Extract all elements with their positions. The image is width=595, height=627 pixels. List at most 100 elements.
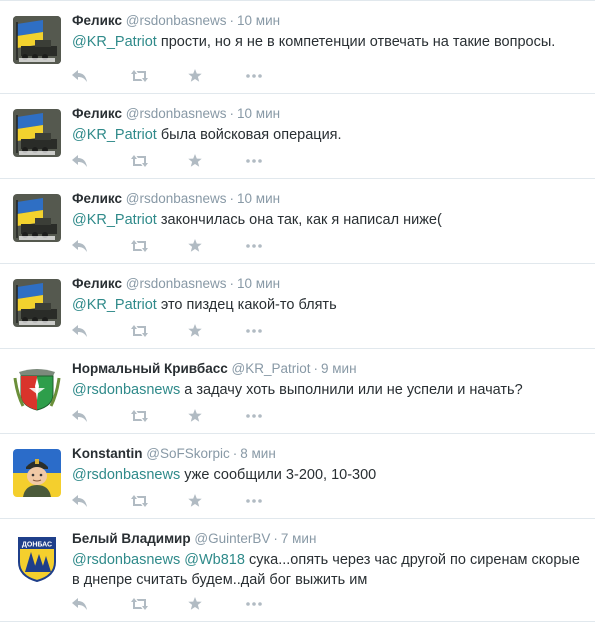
timestamp[interactable]: 10 мин bbox=[237, 276, 280, 291]
flag-tank-avatar bbox=[13, 194, 61, 242]
timestamp[interactable]: 9 мин bbox=[321, 361, 357, 376]
mention-link[interactable]: @rsdonbasnews bbox=[72, 552, 180, 568]
avatar[interactable] bbox=[13, 109, 61, 157]
fullname[interactable]: Феликс bbox=[72, 276, 122, 291]
reply-button[interactable] bbox=[72, 492, 130, 510]
timestamp[interactable]: 10 мин bbox=[237, 13, 280, 28]
avatar[interactable] bbox=[13, 279, 61, 327]
tweet[interactable]: Феликс @rsdonbasnews · 10 мин @KR_Patriot … bbox=[0, 0, 595, 94]
username[interactable]: @rsdonbasnews bbox=[126, 13, 227, 28]
reply-icon bbox=[72, 410, 87, 422]
tweet-actions bbox=[72, 407, 304, 425]
tweet-text: @rsdonbasnews уже сообщили 3-200, 10-300 bbox=[72, 465, 582, 485]
tweet-actions bbox=[72, 492, 304, 510]
fullname[interactable]: Феликс bbox=[72, 191, 122, 206]
mention-link[interactable]: @rsdonbasnews bbox=[72, 382, 180, 398]
retweet-icon bbox=[131, 598, 148, 610]
favorite-button[interactable] bbox=[188, 152, 246, 170]
tweet-text: @KR_Patriot закончилась она так, как я н… bbox=[72, 210, 582, 230]
username[interactable]: @SoFSkorpic bbox=[146, 446, 229, 461]
coat-of-arms-avatar bbox=[13, 364, 61, 412]
favorite-button[interactable] bbox=[188, 407, 246, 425]
more-button[interactable] bbox=[246, 595, 304, 613]
retweet-button[interactable] bbox=[130, 407, 188, 425]
tweet-body: прости, но я не в компетенции отвечать н… bbox=[156, 34, 556, 50]
badge-label: ДОНБАС bbox=[22, 542, 52, 549]
fullname[interactable]: Белый Владимир bbox=[72, 531, 191, 546]
tweet-text: @rsdonbasnews @Wb818 сука...опять через … bbox=[72, 550, 582, 590]
timestamp[interactable]: 8 мин bbox=[240, 446, 276, 461]
avatar[interactable] bbox=[13, 364, 61, 412]
avatar[interactable]: ДОНБАС bbox=[13, 534, 61, 582]
mention-link[interactable]: @KR_Patriot bbox=[72, 212, 157, 228]
reply-button[interactable] bbox=[72, 322, 130, 340]
separator-dot: · bbox=[229, 13, 235, 28]
timestamp[interactable]: 7 мин bbox=[281, 531, 317, 546]
more-button[interactable] bbox=[246, 237, 304, 255]
retweet-button[interactable] bbox=[130, 492, 188, 510]
username[interactable]: @rsdonbasnews bbox=[126, 106, 227, 121]
more-icon bbox=[246, 602, 262, 606]
retweet-button[interactable] bbox=[130, 322, 188, 340]
reply-button[interactable] bbox=[72, 407, 130, 425]
reply-button[interactable] bbox=[72, 237, 130, 255]
retweet-button[interactable] bbox=[130, 152, 188, 170]
favorite-icon bbox=[188, 239, 202, 252]
favorite-button[interactable] bbox=[188, 322, 246, 340]
retweet-button[interactable] bbox=[130, 237, 188, 255]
tweet[interactable]: Феликс @rsdonbasnews · 10 мин @KR_Patriot … bbox=[0, 264, 595, 349]
tweet-header: Феликс @rsdonbasnews · 10 мин bbox=[72, 190, 583, 208]
tweet-body: это пиздец какой-то блять bbox=[156, 297, 337, 313]
more-button[interactable] bbox=[246, 407, 304, 425]
fullname[interactable]: Феликс bbox=[72, 13, 122, 28]
reply-icon bbox=[72, 70, 87, 82]
username[interactable]: @rsdonbasnews bbox=[126, 276, 227, 291]
fullname[interactable]: Konstantin bbox=[72, 446, 143, 461]
more-button[interactable] bbox=[246, 67, 304, 85]
reply-button[interactable] bbox=[72, 152, 130, 170]
reply-icon bbox=[72, 598, 87, 610]
avatar[interactable] bbox=[13, 194, 61, 242]
reply-icon bbox=[72, 325, 87, 337]
avatar[interactable] bbox=[13, 449, 61, 497]
tweet-header: Нормальный Кривбасс @KR_Patriot · 9 мин bbox=[72, 360, 583, 378]
username[interactable]: @GuinterBV bbox=[194, 531, 270, 546]
favorite-button[interactable] bbox=[188, 492, 246, 510]
favorite-icon bbox=[188, 324, 202, 337]
mention-link[interactable]: @KR_Patriot bbox=[72, 297, 157, 313]
more-button[interactable] bbox=[246, 152, 304, 170]
tweet[interactable]: Нормальный Кривбасс @KR_Patriot · 9 мин @r… bbox=[0, 349, 595, 434]
retweet-button[interactable] bbox=[130, 67, 188, 85]
tweet-header: Феликс @rsdonbasnews · 10 мин bbox=[72, 105, 583, 123]
retweet-button[interactable] bbox=[130, 595, 188, 613]
retweet-icon bbox=[131, 240, 148, 252]
more-icon bbox=[246, 244, 262, 248]
tweet[interactable]: ДОНБАС Белый Владимир @GuinterBV · 7 мин @… bbox=[0, 519, 595, 622]
favorite-button[interactable] bbox=[188, 237, 246, 255]
mention-link[interactable]: @rsdonbasnews bbox=[72, 467, 180, 483]
mention-link[interactable]: @KR_Patriot bbox=[72, 127, 157, 143]
retweet-icon bbox=[131, 155, 148, 167]
reply-button[interactable] bbox=[72, 67, 130, 85]
more-button[interactable] bbox=[246, 322, 304, 340]
timestamp[interactable]: 10 мин bbox=[237, 191, 280, 206]
mention-link[interactable]: @KR_Patriot bbox=[72, 34, 157, 50]
avatar[interactable] bbox=[13, 16, 61, 64]
reply-button[interactable] bbox=[72, 595, 130, 613]
favorite-button[interactable] bbox=[188, 595, 246, 613]
more-icon bbox=[246, 414, 262, 418]
more-icon bbox=[246, 329, 262, 333]
tweet[interactable]: Феликс @rsdonbasnews · 10 мин @KR_Patriot … bbox=[0, 94, 595, 179]
username[interactable]: @KR_Patriot bbox=[232, 361, 311, 376]
tweet[interactable]: Феликс @rsdonbasnews · 10 мин @KR_Patriot … bbox=[0, 179, 595, 264]
timestamp[interactable]: 10 мин bbox=[237, 106, 280, 121]
mention-link[interactable]: @Wb818 bbox=[184, 552, 245, 568]
more-icon bbox=[246, 74, 262, 78]
fullname[interactable]: Феликс bbox=[72, 106, 122, 121]
fullname[interactable]: Нормальный Кривбасс bbox=[72, 361, 228, 376]
username[interactable]: @rsdonbasnews bbox=[126, 191, 227, 206]
tweet[interactable]: Konstantin @SoFSkorpic · 8 мин @rsdonbasne… bbox=[0, 434, 595, 519]
reply-icon bbox=[72, 495, 87, 507]
more-button[interactable] bbox=[246, 492, 304, 510]
favorite-button[interactable] bbox=[188, 67, 246, 85]
